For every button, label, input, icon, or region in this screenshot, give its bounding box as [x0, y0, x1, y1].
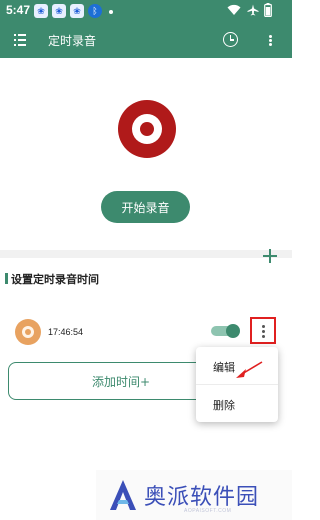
start-recording-button[interactable]: 开始录音: [101, 191, 190, 223]
status-time: 5:47: [6, 3, 31, 17]
battery-icon: [264, 3, 272, 17]
watermark-url: AOPAISOFT.COM: [184, 508, 232, 514]
menu-separator: [196, 384, 278, 385]
notification-dot-icon: [109, 10, 113, 14]
baidu-app-icon: ❀: [34, 4, 48, 18]
timer-enable-toggle[interactable]: [211, 324, 240, 338]
page-title: 定时录音: [48, 34, 97, 48]
record-logo: [118, 100, 176, 158]
watermark-text: 奥派软件园: [144, 485, 260, 510]
baidu-app-icon: ❀: [52, 4, 66, 18]
app-bar: 定时录音: [0, 22, 292, 58]
status-bar: 5:47 ❀ ❀ ❀ ᛒ: [0, 0, 292, 22]
timer-time: 17:46:54: [48, 327, 84, 337]
record-avatar-icon: [15, 319, 41, 345]
bluetooth-icon: ᛒ: [88, 4, 102, 18]
annotation-arrow-icon: [236, 361, 263, 378]
timer-more-button[interactable]: [250, 317, 276, 344]
clock-icon[interactable]: [223, 32, 238, 47]
watermark: 奥派软件园 AOPAISOFT.COM: [96, 470, 292, 520]
airplane-icon: [247, 4, 259, 16]
menu-icon[interactable]: [14, 34, 26, 46]
section-divider: [0, 250, 292, 258]
more-vert-icon[interactable]: [269, 35, 272, 46]
watermark-logo-icon: [110, 480, 136, 510]
timer-context-menu: 编辑 删除: [196, 347, 278, 422]
plus-icon[interactable]: [263, 249, 277, 263]
menu-item-delete[interactable]: 删除: [213, 397, 235, 413]
wifi-icon: [227, 4, 241, 15]
section-accent-bar: [5, 273, 8, 284]
baidu-app-icon: ❀: [70, 4, 84, 18]
section-title: 设置定时录音时间: [11, 273, 99, 286]
